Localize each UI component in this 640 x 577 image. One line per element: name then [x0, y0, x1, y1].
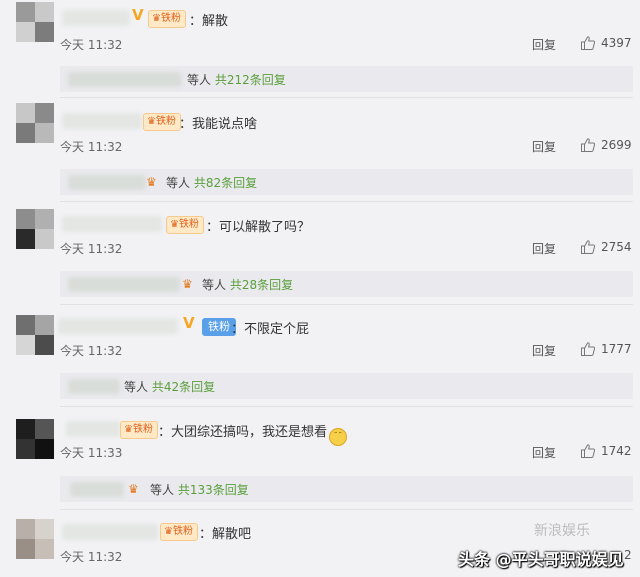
reply-summary-text: 等人 共82条回复 — [166, 176, 258, 190]
username[interactable] — [58, 318, 178, 334]
avatar[interactable] — [16, 209, 54, 249]
reply-button[interactable]: 回复 — [532, 240, 556, 257]
thumbs-up-icon[interactable] — [580, 239, 596, 255]
like-count: 1777 — [601, 342, 632, 356]
crown-icon: ♛ — [170, 219, 179, 230]
comment-time: 今天 11:33 — [60, 446, 123, 460]
verified-icon: V — [183, 314, 195, 332]
watermark: 头条 @平头哥职说娱见 — [458, 550, 624, 569]
thumbs-up-icon[interactable] — [580, 35, 596, 51]
reply-summary[interactable]: ♛ 等人 共133条回复 — [60, 476, 633, 502]
reply-button[interactable]: 回复 — [532, 138, 556, 155]
divider — [60, 201, 633, 202]
replier-names — [68, 175, 146, 190]
divider — [60, 97, 633, 98]
iron-fan-badge: ♛铁粉 — [120, 421, 158, 439]
avatar[interactable] — [16, 2, 54, 42]
avatar[interactable] — [16, 419, 54, 459]
crown-icon: ♛ — [128, 482, 139, 496]
reply-count[interactable]: 共28条回复 — [230, 278, 293, 292]
emoji-icon: ˘˘ — [329, 428, 348, 446]
replier-names — [68, 277, 180, 292]
iron-fan-badge: ♛铁粉 — [143, 113, 181, 131]
replier-names — [68, 72, 182, 87]
thumbs-up-icon[interactable] — [580, 137, 596, 153]
username[interactable] — [62, 113, 142, 129]
comment-time: 今天 11:32 — [60, 38, 123, 52]
comment-text: ：解散吧 — [199, 527, 252, 542]
divider — [60, 304, 633, 305]
comment-text: ：大团综还搞吗，我还是想看 ˘˘ — [158, 421, 348, 446]
comment-time: 今天 11:32 — [60, 242, 123, 256]
reply-button[interactable]: 回复 — [532, 444, 556, 461]
replier-names — [68, 379, 120, 394]
replier-names — [70, 482, 124, 497]
crown-icon: ♛ — [152, 13, 161, 24]
comment-text: ：不限定个屁 — [231, 322, 310, 337]
username[interactable] — [62, 216, 162, 232]
like-count: 1742 — [601, 444, 632, 458]
comment-time: 今天 11:32 — [60, 344, 123, 358]
reply-summary-text: 等人 共28条回复 — [202, 278, 294, 292]
iron-fan-badge: ♛铁粉 — [148, 10, 186, 28]
comment-text: ：可以解散了吗？ — [206, 220, 311, 235]
like-count: 2 — [624, 548, 632, 562]
secondary-watermark: 新浪娱乐 — [534, 523, 590, 539]
thumbs-up-icon[interactable] — [580, 443, 596, 459]
reply-summary-text: 等人 共42条回复 — [124, 380, 216, 394]
avatar[interactable] — [16, 519, 54, 559]
crown-icon: ♛ — [164, 526, 173, 537]
verified-icon: V — [132, 6, 144, 24]
comment-time: 今天 11:32 — [60, 140, 123, 154]
crown-icon: ♛ — [124, 424, 133, 435]
reply-summary-text: 等人 共133条回复 — [150, 483, 249, 497]
crown-icon: ♛ — [147, 116, 156, 127]
iron-fan-badge: ♛铁粉 — [166, 216, 204, 234]
username[interactable] — [66, 421, 120, 437]
comment-text: ：解散 — [189, 14, 229, 29]
reply-summary-text: 等人 共212条回复 — [187, 73, 286, 87]
divider — [60, 509, 633, 510]
reply-count[interactable]: 共82条回复 — [194, 176, 257, 190]
divider — [60, 406, 633, 407]
comment-time: 今天 11:32 — [60, 550, 123, 564]
avatar[interactable] — [16, 103, 54, 143]
crown-icon: ♛ — [182, 277, 193, 291]
reply-button[interactable]: 回复 — [532, 36, 556, 53]
comment-text: ：我能说点啥 — [179, 117, 258, 132]
reply-summary[interactable]: 等人 共42条回复 — [60, 373, 633, 399]
reply-count[interactable]: 共212条回复 — [215, 73, 286, 87]
like-count: 4397 — [601, 36, 632, 50]
reply-summary[interactable]: 等人 共212条回复 — [60, 66, 633, 92]
username[interactable] — [62, 524, 158, 540]
thumbs-up-icon[interactable] — [580, 341, 596, 357]
like-count: 2754 — [601, 240, 632, 254]
like-count: 2699 — [601, 138, 632, 152]
avatar[interactable] — [16, 315, 54, 355]
iron-fan-badge: ♛铁粉 — [160, 523, 198, 541]
reply-count[interactable]: 共133条回复 — [178, 483, 249, 497]
reply-summary[interactable]: ♛ 等人 共28条回复 — [60, 271, 633, 297]
reply-count[interactable]: 共42条回复 — [152, 380, 215, 394]
reply-summary[interactable]: ♛ 等人 共82条回复 — [60, 169, 633, 195]
username[interactable] — [62, 10, 130, 26]
reply-button[interactable]: 回复 — [532, 342, 556, 359]
crown-icon: ♛ — [146, 175, 157, 189]
